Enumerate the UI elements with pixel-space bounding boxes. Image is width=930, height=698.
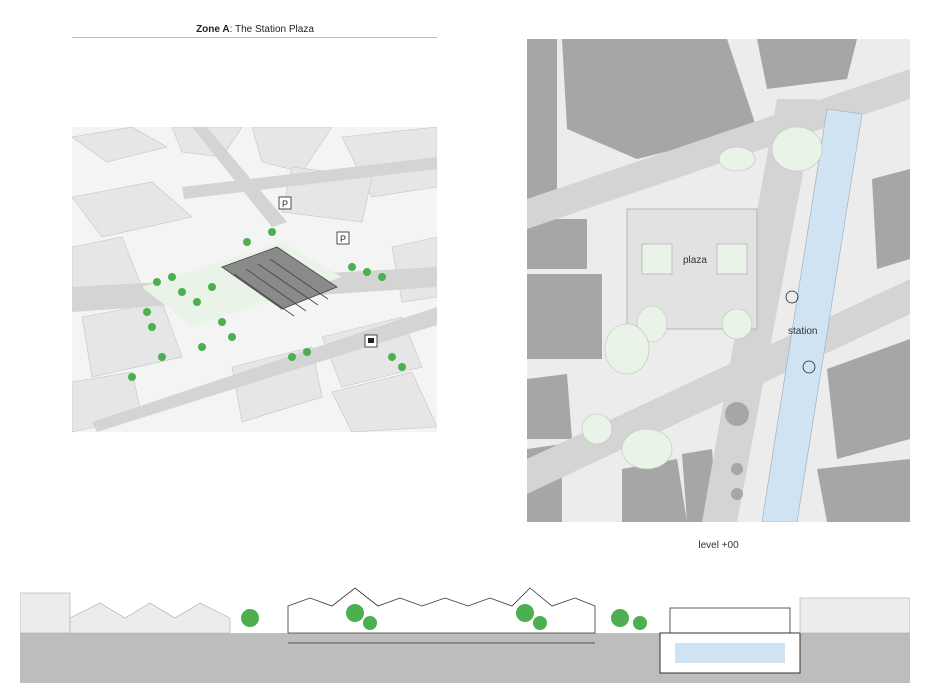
round-feature	[731, 463, 743, 475]
parking-icon: P	[278, 196, 292, 210]
round-feature	[731, 488, 743, 500]
train-icon	[364, 334, 378, 348]
round-feature	[725, 402, 749, 426]
cross-section	[20, 578, 910, 683]
svg-text:P: P	[340, 234, 346, 244]
plan-caption: level +00	[698, 540, 739, 551]
axonometric-view: P P	[72, 127, 437, 432]
zone-name: Zone A	[196, 24, 230, 35]
svg-text:P: P	[282, 199, 288, 209]
site-plan	[527, 39, 910, 522]
parking-icon: P	[336, 231, 350, 245]
page-title: Zone A: The Station Plaza	[0, 24, 510, 35]
station-label: station	[788, 326, 818, 337]
zone-subtitle: : The Station Plaza	[229, 24, 314, 35]
plaza-label: plaza	[683, 255, 707, 266]
section-right-buildings	[799, 597, 910, 634]
title-divider	[72, 37, 437, 38]
